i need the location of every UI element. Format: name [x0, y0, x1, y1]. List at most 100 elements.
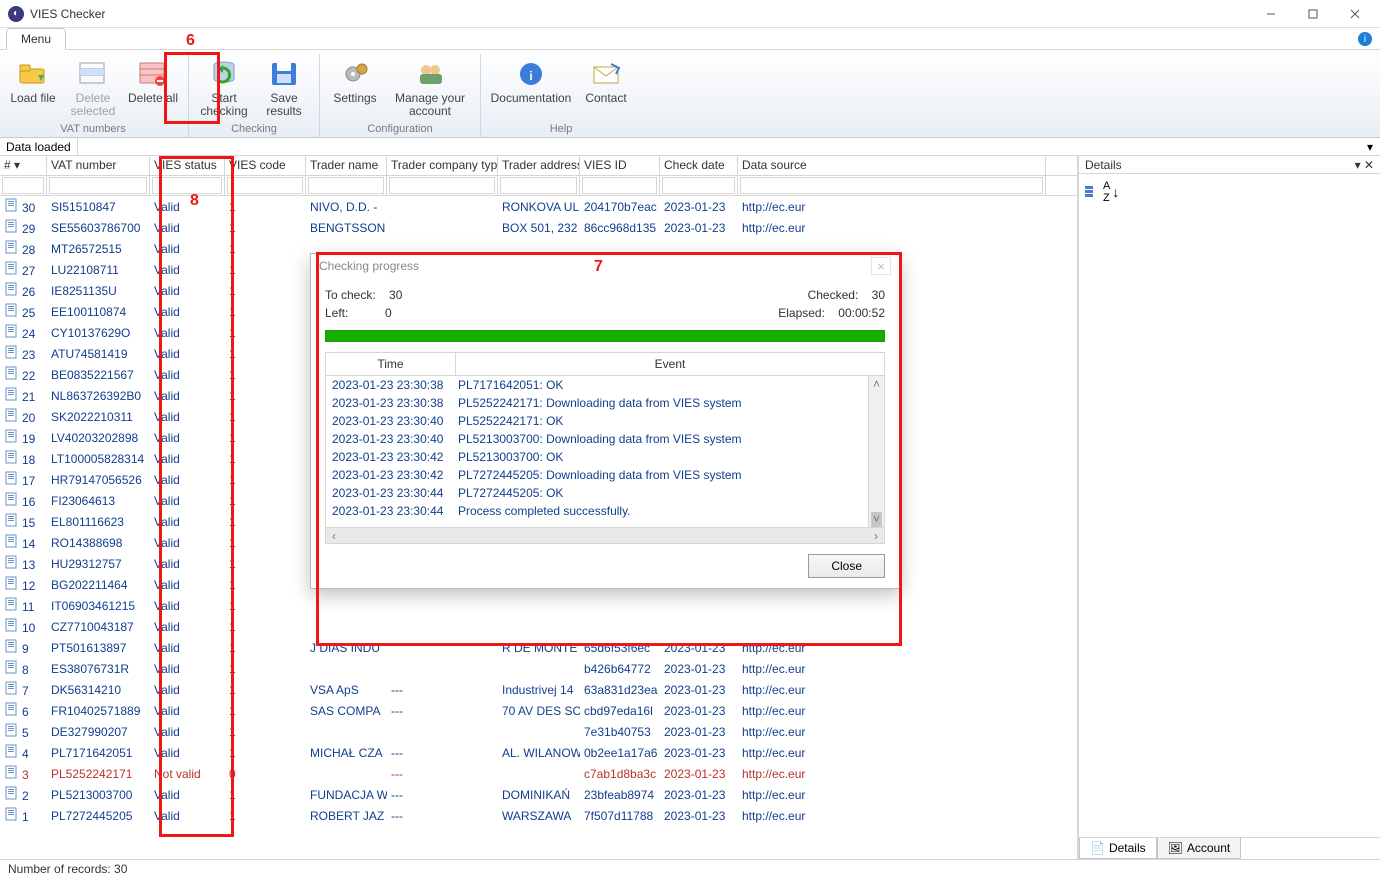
log-hscroll[interactable]: ‹ › — [326, 527, 884, 543]
dialog-titlebar[interactable]: Checking progress × — [311, 254, 899, 278]
table-row[interactable]: 2PL5213003700Valid1FUNDACJA W---DOMINIKA… — [0, 784, 1077, 805]
log-col-time[interactable]: Time — [326, 353, 456, 375]
details-panel: Details ▾ ✕ AZ ↓ 📄Details 🖼Account — [1078, 156, 1380, 859]
ribbon-delete-all-button[interactable]: Delete all — [126, 54, 180, 122]
users-icon — [414, 58, 446, 90]
details-tabs: 📄Details 🖼Account — [1079, 837, 1380, 859]
col-vies-id[interactable]: VIES ID — [580, 156, 660, 175]
col-vat-number[interactable]: VAT number — [47, 156, 150, 175]
col-trader-address[interactable]: Trader address — [498, 156, 580, 175]
title-bar: ◐ VIES Checker — [0, 0, 1380, 28]
folder-icon — [17, 58, 49, 90]
table-row[interactable]: 10CZ7710043187Valid1 — [0, 616, 1077, 637]
window-title: VIES Checker — [30, 7, 1250, 21]
elapsed-label: Elapsed: — [778, 306, 825, 320]
tab-account[interactable]: 🖼Account — [1157, 838, 1242, 859]
filter-6[interactable] — [500, 177, 577, 194]
sort-az-icon[interactable]: AZ ↓ — [1085, 180, 1119, 204]
minimize-button[interactable] — [1250, 0, 1292, 28]
chevron-right-icon[interactable]: › — [868, 528, 884, 543]
chevron-left-icon[interactable]: ‹ — [326, 528, 342, 543]
log-row: 2023-01-23 23:30:38PL7171642051: OK — [326, 376, 884, 394]
ribbon: Load fileDelete selectedDelete allVAT nu… — [0, 50, 1380, 138]
tab-details[interactable]: 📄Details — [1079, 838, 1157, 859]
grid-del-all-icon — [137, 58, 169, 90]
to-check-label: To check: — [325, 288, 376, 302]
ribbon-load-file-button[interactable]: Load file — [6, 54, 60, 122]
menu-tab[interactable]: Menu — [6, 28, 66, 50]
grid-filters — [0, 176, 1077, 196]
log-row: 2023-01-23 23:30:42PL5213003700: OK — [326, 448, 884, 466]
ribbon-delete-selected-button[interactable]: Delete selected — [66, 54, 120, 122]
account-icon: 🖼 — [1168, 841, 1183, 855]
details-title: Details — [1085, 158, 1122, 172]
table-row[interactable]: 8ES38076731RValid1b426b647722023-01-23ht… — [0, 658, 1077, 679]
filter-0[interactable] — [2, 177, 44, 194]
chevron-down-icon[interactable]: ˅ — [869, 511, 884, 527]
progress-dialog: Checking progress × To check: 30 Checked… — [310, 253, 900, 589]
filter-8[interactable] — [662, 177, 735, 194]
log-row: 2023-01-23 23:30:40PL5213003700: Downloa… — [326, 430, 884, 448]
grid-panel: # ▾VAT numberVIES statusVIES codeTrader … — [0, 156, 1078, 859]
svg-text:i: i — [529, 69, 532, 83]
checked-label: Checked: — [808, 288, 859, 302]
menu-bar: Menu i — [0, 28, 1380, 50]
ribbon-documentation-button[interactable]: iDocumentation — [489, 54, 573, 109]
ribbon-contact-button[interactable]: Contact — [579, 54, 633, 109]
log-scrollbar[interactable]: ˄ ˅ — [868, 376, 884, 527]
table-row[interactable]: 4PL7171642051Valid1MICHAŁ CZA---AL. WILA… — [0, 742, 1077, 763]
table-row[interactable]: 11IT06903461215Valid1 — [0, 595, 1077, 616]
ribbon-start-checking-button[interactable]: Start checking — [197, 54, 251, 122]
filter-9[interactable] — [740, 177, 1043, 194]
data-loaded-bar: Data loaded ▾ — [0, 138, 1380, 156]
col--[interactable]: # ▾ — [0, 156, 47, 175]
save-icon — [268, 58, 300, 90]
col-trader-company-type[interactable]: Trader company type — [387, 156, 498, 175]
help-icon[interactable]: i — [1358, 32, 1372, 46]
maximize-button[interactable] — [1292, 0, 1334, 28]
chevron-up-icon[interactable]: ˄ — [869, 376, 884, 392]
ribbon-save-results-button[interactable]: Save results — [257, 54, 311, 122]
col-vies-code[interactable]: VIES code — [225, 156, 306, 175]
table-row[interactable]: 7DK56314210Valid1VSA ApS---Industrivej 1… — [0, 679, 1077, 700]
close-button[interactable]: Close — [808, 554, 885, 578]
bar-menu-icon[interactable]: ▾ — [1364, 141, 1376, 153]
table-row[interactable]: 3PL5252242171Not valid0---c7ab1d8ba3c202… — [0, 763, 1077, 784]
grid-header: # ▾VAT numberVIES statusVIES codeTrader … — [0, 156, 1077, 176]
col-vies-status[interactable]: VIES status — [150, 156, 225, 175]
table-row[interactable]: 29SE55603786700Valid1BENGTSSONBOX 501, 2… — [0, 217, 1077, 238]
filter-5[interactable] — [389, 177, 495, 194]
table-row[interactable]: 30SI51510847Valid1NIVO, D.D. -RONKOVA UL… — [0, 196, 1077, 217]
filter-1[interactable] — [49, 177, 147, 194]
close-button[interactable] — [1334, 0, 1376, 28]
doc-icon: 📄 — [1090, 841, 1105, 855]
filter-3[interactable] — [227, 177, 303, 194]
col-data-source[interactable]: Data source — [738, 156, 1046, 175]
data-loaded-label: Data loaded — [0, 138, 78, 155]
table-row[interactable]: 9PT501613897Valid1J DIAS INDUR DE MONTE6… — [0, 637, 1077, 658]
ribbon-settings-button[interactable]: Settings — [328, 54, 382, 122]
table-row[interactable]: 5DE327990207Valid17e31b407532023-01-23ht… — [0, 721, 1077, 742]
col-check-date[interactable]: Check date — [660, 156, 738, 175]
dialog-title: Checking progress — [319, 259, 419, 273]
table-row[interactable]: 6FR10402571889Valid1SAS COMPA---70 AV DE… — [0, 700, 1077, 721]
log-row: 2023-01-23 23:30:38PL5252242171: Downloa… — [326, 394, 884, 412]
info-icon: i — [515, 58, 547, 90]
mail-icon — [590, 58, 622, 90]
log-row: 2023-01-23 23:30:44Process completed suc… — [326, 502, 884, 520]
filter-7[interactable] — [582, 177, 657, 194]
checked-value: 30 — [872, 288, 885, 302]
elapsed-value: 00:00:52 — [838, 306, 885, 320]
dialog-close-icon[interactable]: × — [871, 257, 891, 275]
status-bar: Number of records: 30 — [0, 859, 1380, 879]
db-refresh-icon — [208, 58, 240, 90]
log-col-event[interactable]: Event — [456, 353, 884, 375]
log-list: Time Event 2023-01-23 23:30:38PL71716420… — [325, 352, 885, 544]
col-trader-name[interactable]: Trader name — [306, 156, 387, 175]
log-row: 2023-01-23 23:30:40PL5252242171: OK — [326, 412, 884, 430]
ribbon-manage-your-account-button[interactable]: Manage your account — [388, 54, 472, 122]
table-row[interactable]: 1PL7272445205Valid1ROBERT JAZ---WARSZAWA… — [0, 805, 1077, 826]
filter-2[interactable] — [152, 177, 222, 194]
filter-4[interactable] — [308, 177, 384, 194]
to-check-value: 30 — [389, 288, 402, 302]
